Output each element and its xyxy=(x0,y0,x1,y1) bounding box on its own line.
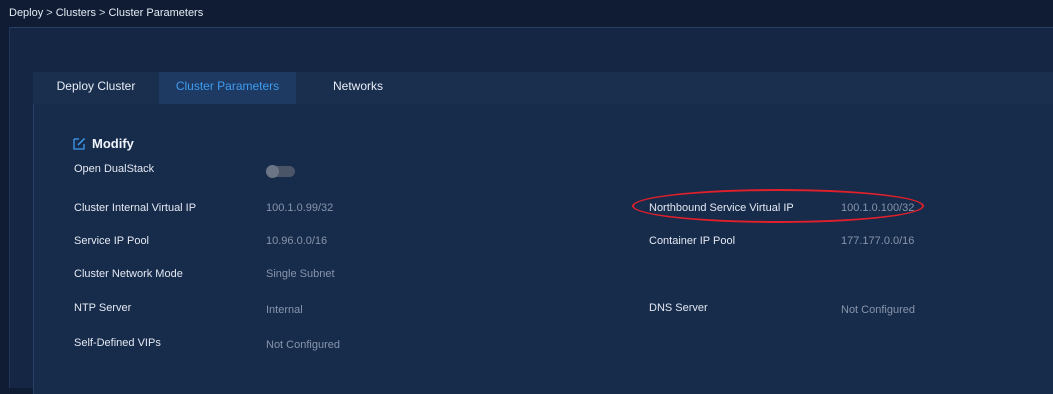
modify-button[interactable]: Modify xyxy=(73,135,134,151)
self-defined-vips-label: Self-Defined VIPs xyxy=(74,337,161,349)
service-ip-pool-value: 10.96.0.0/16 xyxy=(266,235,328,247)
open-dualstack-label: Open DualStack xyxy=(74,163,155,175)
service-ip-pool-label: Service IP Pool xyxy=(74,235,150,247)
tab-networks[interactable]: Networks xyxy=(296,72,420,104)
container-ip-pool-value: 177.177.0.0/16 xyxy=(841,235,915,247)
breadcrumb: Deploy > Clusters > Cluster Parameters xyxy=(9,7,203,19)
cluster-internal-vip-value: 100.1.0.99/32 xyxy=(266,202,334,214)
tab-deploy-cluster[interactable]: Deploy Cluster xyxy=(33,72,159,104)
open-dualstack-toggle[interactable] xyxy=(266,165,295,178)
breadcrumb-item-deploy[interactable]: Deploy xyxy=(9,7,43,19)
cluster-internal-vip-label: Cluster Internal Virtual IP xyxy=(74,202,197,214)
modify-label: Modify xyxy=(92,135,134,151)
cluster-parameters-panel xyxy=(33,104,1053,394)
dns-server-value: Not Configured xyxy=(841,304,915,316)
container-ip-pool-label: Container IP Pool xyxy=(649,235,736,247)
tab-cluster-parameters[interactable]: Cluster Parameters xyxy=(159,72,296,104)
cluster-network-mode-value: Single Subnet xyxy=(266,268,335,280)
breadcrumb-separator: > xyxy=(46,7,53,19)
dns-server-label: DNS Server xyxy=(649,302,708,314)
cluster-network-mode-label: Cluster Network Mode xyxy=(74,268,183,280)
ntp-server-label: NTP Server xyxy=(74,302,132,314)
highlight-annotation xyxy=(632,189,924,223)
breadcrumb-separator: > xyxy=(99,7,106,19)
breadcrumb-item-cluster-parameters: Cluster Parameters xyxy=(108,7,204,19)
toggle-knob xyxy=(266,165,279,178)
edit-icon xyxy=(73,137,86,150)
ntp-server-value: Internal xyxy=(266,304,303,316)
self-defined-vips-value: Not Configured xyxy=(266,339,340,351)
breadcrumb-item-clusters[interactable]: Clusters xyxy=(56,7,96,19)
